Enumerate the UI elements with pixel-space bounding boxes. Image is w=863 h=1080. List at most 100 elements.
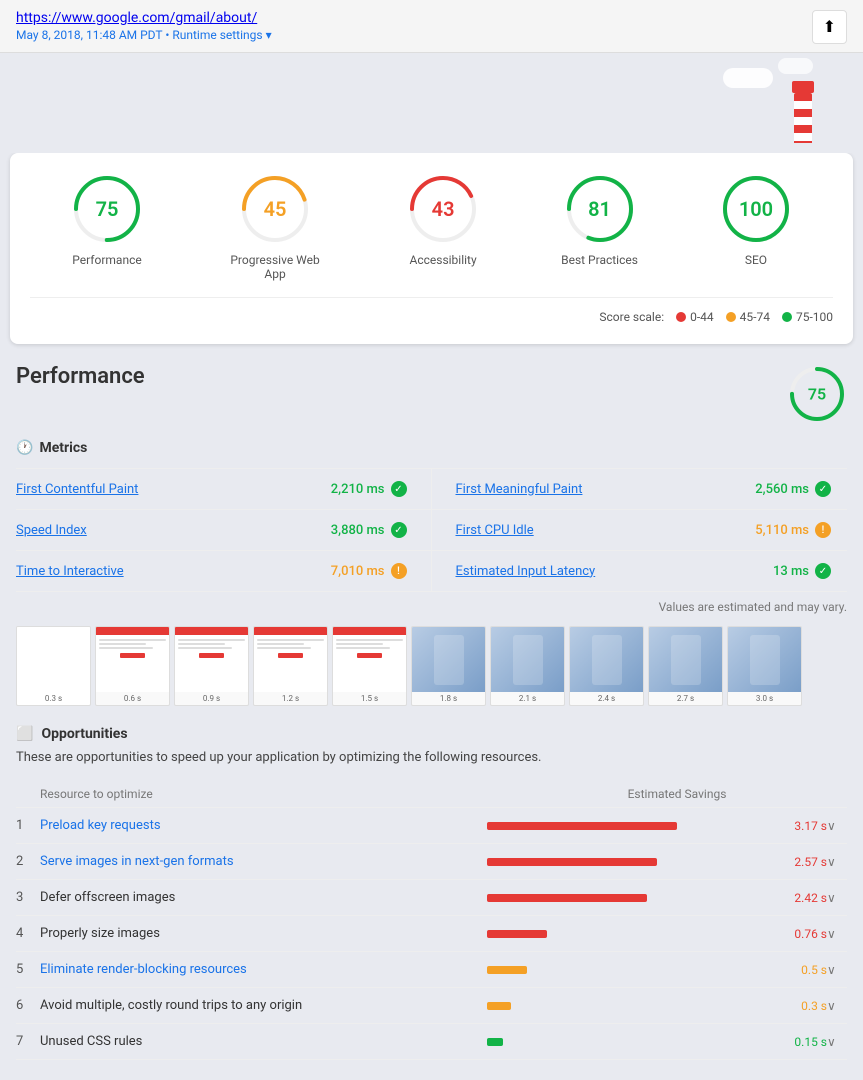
metric-badge-0: ✓: [391, 481, 407, 497]
runtime-settings-link[interactable]: Runtime settings: [172, 28, 262, 42]
film-frame-0: 0.3 s: [16, 626, 91, 706]
film-frame-inner-9: [728, 627, 801, 692]
opp-num-3: 4: [16, 926, 40, 941]
score-label-accessibility: Accessibility: [410, 253, 477, 267]
film-frame-3: 1.2 s: [253, 626, 328, 706]
opp-chevron-5[interactable]: ∨: [827, 999, 847, 1013]
film-frame-inner-0: [17, 627, 90, 692]
opportunity-row-1[interactable]: 2 Serve images in next-gen formats 2.57 …: [16, 844, 847, 880]
share-button[interactable]: ⬆: [812, 10, 847, 44]
opp-bar-container-5: [487, 1002, 777, 1010]
film-timestamp-7: 2.4 s: [570, 692, 643, 705]
opportunity-row-6[interactable]: 7 Unused CSS rules 0.15 s ∨: [16, 1024, 847, 1060]
metric-row-4: Time to Interactive 7,010 ms !: [16, 551, 432, 592]
opportunities-section: ⬜ Opportunities These are opportunities …: [16, 726, 847, 1060]
film-timestamp-1: 0.6 s: [96, 692, 169, 705]
hero-section: [0, 53, 863, 153]
opp-savings-6: 0.15 s: [487, 1035, 827, 1049]
opp-savings-1: 2.57 s: [487, 855, 827, 869]
opp-chevron-1[interactable]: ∨: [827, 855, 847, 869]
opp-bar-container-1: [487, 858, 777, 866]
film-frame-4: 1.5 s: [332, 626, 407, 706]
film-frame-8: 2.7 s: [648, 626, 723, 706]
metric-badge-1: ✓: [815, 481, 831, 497]
lighthouse-tower: [794, 93, 812, 143]
opp-bar-1: [487, 858, 657, 866]
opp-name-0[interactable]: Preload key requests: [40, 818, 487, 833]
opp-name-3: Properly size images: [40, 926, 487, 941]
score-circle-pwa: 45: [239, 173, 311, 245]
opp-bar-container-4: [487, 966, 777, 974]
score-number-seo: 100: [739, 197, 773, 221]
opportunity-row-2[interactable]: 3 Defer offscreen images 2.42 s ∨: [16, 880, 847, 916]
opp-bar-5: [487, 1002, 511, 1010]
opp-chevron-2[interactable]: ∨: [827, 891, 847, 905]
metric-row-1: First Meaningful Paint 2,560 ms ✓: [432, 469, 848, 510]
opp-bar-container-0: [487, 822, 777, 830]
score-item-pwa[interactable]: 45 Progressive Web App: [225, 173, 325, 281]
opp-name-5: Avoid multiple, costly round trips to an…: [40, 998, 487, 1013]
metric-time-0: 2,210 ms: [331, 482, 385, 497]
film-frame-inner-3: [254, 627, 327, 692]
film-timestamp-2: 0.9 s: [175, 692, 248, 705]
metric-value-2: 3,880 ms ✓: [331, 522, 407, 538]
film-frame-6: 2.1 s: [490, 626, 565, 706]
metric-badge-2: ✓: [391, 522, 407, 538]
performance-title: Performance: [16, 364, 145, 389]
opportunities-title: Opportunities: [41, 726, 127, 742]
score-label-seo: SEO: [745, 253, 767, 267]
scale-range-orange: 45-74: [740, 310, 770, 324]
metric-value-0: 2,210 ms ✓: [331, 481, 407, 497]
score-number-best-practices: 81: [588, 197, 611, 221]
opp-chevron-6[interactable]: ∨: [827, 1035, 847, 1049]
performance-score-circle: 75: [787, 364, 847, 424]
film-frame-inner-6: [491, 627, 564, 692]
score-number-pwa: 45: [264, 197, 287, 221]
performance-section: Performance 75 🕐 Metrics First Contentfu…: [16, 364, 847, 706]
metric-row-2: Speed Index 3,880 ms ✓: [16, 510, 432, 551]
page-url[interactable]: https://www.google.com/gmail/about/: [16, 10, 257, 26]
header-left: https://www.google.com/gmail/about/ May …: [16, 10, 272, 42]
metric-time-2: 3,880 ms: [331, 523, 385, 538]
metric-row-5: Estimated Input Latency 13 ms ✓: [432, 551, 848, 592]
metric-name-2[interactable]: Speed Index: [16, 523, 87, 538]
film-frame-9: 3.0 s: [727, 626, 802, 706]
metric-name-5[interactable]: Estimated Input Latency: [456, 564, 596, 579]
opportunity-row-5[interactable]: 6 Avoid multiple, costly round trips to …: [16, 988, 847, 1024]
score-item-seo[interactable]: 100 SEO: [720, 173, 792, 281]
opp-name-1[interactable]: Serve images in next-gen formats: [40, 854, 487, 869]
opp-chevron-0[interactable]: ∨: [827, 819, 847, 833]
metric-name-0[interactable]: First Contentful Paint: [16, 482, 138, 497]
opp-chevron-4[interactable]: ∨: [827, 963, 847, 977]
film-frame-inner-4: [333, 627, 406, 692]
score-label-best-practices: Best Practices: [561, 253, 638, 267]
metric-name-1[interactable]: First Meaningful Paint: [456, 482, 583, 497]
metric-time-1: 2,560 ms: [755, 482, 809, 497]
score-item-best-practices[interactable]: 81 Best Practices: [561, 173, 638, 281]
opp-bar-container-3: [487, 930, 777, 938]
opportunity-row-3[interactable]: 4 Properly size images 0.76 s ∨: [16, 916, 847, 952]
opp-savings-0: 3.17 s: [487, 819, 827, 833]
scale-orange: 45-74: [726, 310, 770, 324]
opp-name-4[interactable]: Eliminate render-blocking resources: [40, 962, 487, 977]
score-circle-accessibility: 43: [407, 173, 479, 245]
opp-bar-4: [487, 966, 527, 974]
opp-num-5: 6: [16, 998, 40, 1013]
opp-value-0: 3.17 s: [785, 819, 827, 833]
scale-range-green: 75-100: [796, 310, 833, 324]
score-item-accessibility[interactable]: 43 Accessibility: [407, 173, 479, 281]
lighthouse-top: [792, 81, 814, 93]
score-scale: Score scale: 0-44 45-74 75-100: [30, 297, 833, 324]
metric-name-3[interactable]: First CPU Idle: [456, 523, 534, 538]
film-timestamp-4: 1.5 s: [333, 692, 406, 705]
opportunity-row-4[interactable]: 5 Eliminate render-blocking resources 0.…: [16, 952, 847, 988]
opp-chevron-3[interactable]: ∨: [827, 927, 847, 941]
score-item-performance[interactable]: 75 Performance: [71, 173, 143, 281]
metric-time-4: 7,010 ms: [331, 564, 385, 579]
metrics-label: Metrics: [39, 440, 87, 456]
opp-value-1: 2.57 s: [785, 855, 827, 869]
opportunity-row-0[interactable]: 1 Preload key requests 3.17 s ∨: [16, 808, 847, 844]
metric-name-4[interactable]: Time to Interactive: [16, 564, 124, 579]
score-label-performance: Performance: [72, 253, 141, 267]
score-scale-label: Score scale:: [599, 310, 664, 324]
